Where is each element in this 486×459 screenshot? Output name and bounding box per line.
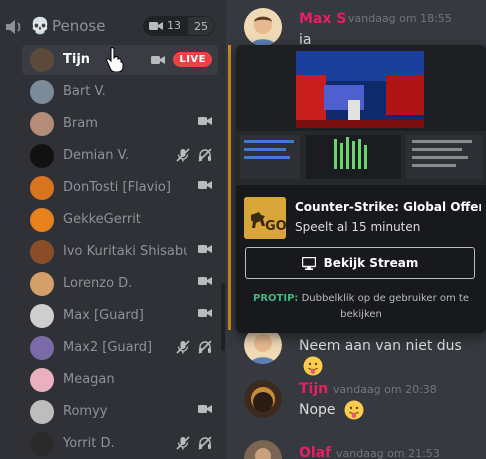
voice-user[interactable]: Ivo Kuritaki Shisabu... — [22, 237, 218, 267]
avatar — [30, 304, 54, 328]
message-timestamp: vandaag om 20:38 — [333, 383, 437, 396]
game-play-duration: Speelt al 15 minuten — [295, 220, 421, 234]
voice-user-name: Yorrit D. — [63, 436, 115, 451]
message-author[interactable]: Max S — [299, 10, 346, 28]
voice-user[interactable]: Max2 [Guard] — [22, 333, 218, 363]
watch-stream-button[interactable]: Bekijk Stream — [245, 247, 475, 279]
voice-channel-counter: 13 25 — [143, 16, 215, 36]
deafen-icon — [198, 148, 212, 162]
avatar — [30, 432, 54, 456]
voice-user-status-icons — [198, 404, 212, 414]
csgo-game-icon: GO — [244, 197, 287, 239]
avatar — [30, 400, 54, 424]
voice-user[interactable]: Yorrit D. — [22, 429, 218, 459]
voice-user-name: Demian V. — [63, 148, 129, 163]
svg-text:GO: GO — [265, 219, 286, 234]
avatar — [30, 144, 54, 168]
camera-icon — [198, 308, 212, 318]
monitor-icon — [301, 256, 316, 270]
voice-user-name: Max2 [Guard] — [63, 340, 153, 355]
voice-channel-header[interactable]: 💀 Penose 13 25 — [0, 13, 226, 41]
voice-user[interactable]: Max [Guard] — [22, 301, 218, 331]
channel-capacity: 25 — [187, 16, 215, 36]
avatar[interactable] — [244, 8, 282, 46]
voice-user-status-icons — [198, 308, 212, 318]
message-text: Nope — [299, 400, 364, 420]
voice-user-name: Romyy — [63, 404, 108, 419]
avatar — [30, 48, 54, 72]
mic-muted-icon — [176, 340, 190, 354]
voice-user[interactable]: Romyy — [22, 397, 218, 427]
voice-user-status-icons — [198, 276, 212, 286]
mic-muted-icon — [176, 148, 190, 162]
voice-user[interactable]: DonTosti [Flavio] — [22, 173, 218, 203]
voice-user[interactable]: Lorenzo D. — [22, 269, 218, 299]
avatar — [30, 112, 54, 136]
voice-user-name: DonTosti [Flavio] — [63, 180, 171, 195]
camera-icon — [198, 180, 212, 190]
voice-user-name: Tijn — [63, 52, 91, 67]
camera-count: 13 — [167, 19, 181, 32]
popout-accent-bar — [228, 45, 231, 330]
message-author[interactable]: Tijn — [299, 380, 328, 398]
speaker-icon — [6, 20, 21, 34]
game-title: Counter-Strike: Global Offen... — [295, 200, 481, 214]
smiley-tongue-icon — [344, 400, 364, 420]
live-badge: LIVE — [173, 52, 212, 67]
voice-user-name: GekkeGerrit — [63, 212, 141, 227]
smiley-tongue-icon — [303, 356, 323, 376]
camera-icon — [198, 404, 212, 414]
message-text: Neem aan van niet dus — [299, 336, 486, 376]
voice-user[interactable]: Meagan — [22, 365, 218, 395]
voice-channel-name: Penose — [52, 17, 106, 35]
voice-user[interactable]: Demian V. — [22, 141, 218, 171]
avatar — [30, 240, 54, 264]
voice-user-name: Bram — [63, 116, 98, 131]
game-activity: GO Counter-Strike: Global Offen... Speel… — [244, 195, 484, 239]
voice-user-status-icons — [176, 148, 212, 162]
avatar — [30, 80, 54, 104]
deafen-icon — [198, 340, 212, 354]
camera-icon — [151, 55, 166, 65]
voice-user[interactable]: Bart V. — [22, 77, 218, 107]
avatar — [30, 176, 54, 200]
sidebar-scrollbar[interactable] — [221, 283, 225, 351]
avatar — [30, 208, 54, 232]
camera-icon — [198, 276, 212, 286]
stream-preview[interactable] — [236, 45, 486, 185]
voice-user[interactable]: GekkeGerrit — [22, 205, 218, 235]
voice-user-status-icons: LIVE — [151, 52, 212, 67]
avatar — [30, 336, 54, 360]
protip: PROTIP: Dubbelklik op de gebruiker om te… — [250, 291, 472, 323]
voice-user-status-icons — [176, 436, 212, 450]
voice-user-name: Max [Guard] — [63, 308, 144, 323]
message-timestamp: vandaag om 21:53 — [336, 447, 440, 459]
voice-user-name: Bart V. — [63, 84, 106, 99]
avatar[interactable] — [244, 380, 282, 418]
protip-label: PROTIP: — [253, 293, 299, 304]
avatar — [30, 272, 54, 296]
message-timestamp: vandaag om 18:55 — [348, 12, 452, 25]
avatar — [30, 368, 54, 392]
voice-user-status-icons — [198, 180, 212, 190]
watch-stream-label: Bekijk Stream — [323, 256, 419, 270]
camera-icon — [149, 22, 163, 30]
voice-user-status-icons — [198, 116, 212, 126]
deafen-icon — [198, 436, 212, 450]
message-author[interactable]: Olaf — [299, 444, 331, 459]
voice-user-status-icons — [176, 340, 212, 354]
voice-user-name: Lorenzo D. — [63, 276, 133, 291]
protip-text: Dubbelklik op de gebruiker om te bekijke… — [301, 293, 469, 320]
camera-icon — [198, 244, 212, 254]
hand-cursor-icon — [106, 47, 124, 72]
voice-user-status-icons — [198, 244, 212, 254]
voice-user-name: Ivo Kuritaki Shisabu... — [63, 244, 187, 259]
skull-icon: 💀 — [30, 16, 50, 35]
mic-muted-icon — [176, 436, 190, 450]
voice-user[interactable]: Bram — [22, 109, 218, 139]
voice-user-name: Meagan — [63, 372, 115, 387]
avatar[interactable] — [244, 440, 282, 459]
stream-preview-popout: GO Counter-Strike: Global Offen... Speel… — [236, 45, 486, 333]
camera-icon — [198, 116, 212, 126]
